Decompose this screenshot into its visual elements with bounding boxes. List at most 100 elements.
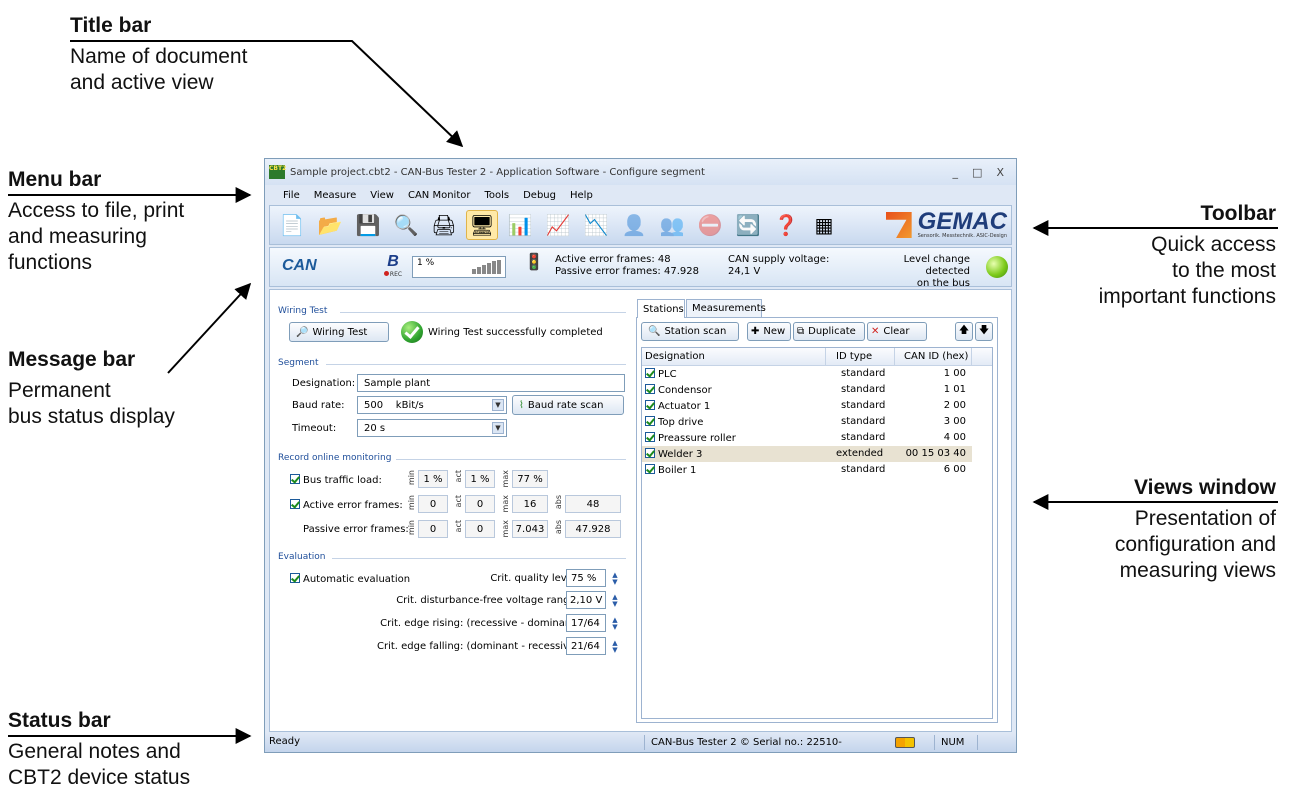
active-error-abs: 48 (565, 495, 621, 513)
passive-error-value: 47.928 (663, 266, 699, 277)
table-row-selected[interactable]: Welder 3 extended 00 15 03 40 (642, 446, 972, 462)
toolbar: 📄 📂 💾 🔍 🖨 🖥 📊 📈 📉 👤 👥 ⛔ 🔄 ❓ ▦ GEMAC Sens… (269, 205, 1012, 245)
row-can-id: 2 00 (943, 400, 966, 411)
row-id-type: extended (836, 448, 884, 459)
app-window: CBT2 Sample project.cbt2 - CAN-Bus Teste… (264, 158, 1017, 753)
row-name: Actuator 1 (645, 400, 710, 412)
new-station-label: New (763, 326, 786, 337)
edge-rising-spinner[interactable]: 17/64 ▲ ▼ (566, 614, 618, 632)
close-button[interactable]: X (996, 166, 1004, 179)
new-document-icon[interactable]: 📄 (276, 210, 308, 240)
open-folder-icon[interactable]: 📂 (314, 210, 346, 240)
active-error-frames-checkbox[interactable]: Active error frames: (290, 499, 403, 511)
bus-load-max: 77 % (512, 470, 548, 488)
new-station-button[interactable]: ✚ New (747, 322, 791, 341)
spin-arrows-icon[interactable]: ▲ ▼ (609, 640, 621, 654)
automatic-evaluation-checkbox[interactable]: Automatic evaluation (290, 573, 410, 585)
duplicate-station-button[interactable]: ⧉ Duplicate (793, 322, 865, 341)
table-row[interactable]: Condensor standard 1 01 (642, 382, 972, 398)
annotation-line: measuring views (1119, 559, 1276, 582)
spin-arrows-icon[interactable]: ▲ ▼ (609, 572, 621, 586)
wiring-test-button[interactable]: 🔎 Wiring Test (289, 322, 389, 342)
stations-panel: 🔍 Station scan ✚ New ⧉ Duplicate ✕ Clear 🡅 🡇… (636, 317, 998, 723)
baud-rate-label: Baud rate: (292, 400, 345, 411)
quality-level-spinner[interactable]: 75 % ▲ ▼ (566, 569, 618, 587)
annotation-line: General notes and (8, 740, 181, 763)
print-preview-icon[interactable]: 🔍 (390, 210, 422, 240)
status-bar: Ready CAN-Bus Tester 2 © Serial no.: 225… (265, 733, 1016, 752)
layout-icon[interactable]: ▦ (808, 210, 840, 240)
bus-traffic-load-checkbox[interactable]: Bus traffic load: (290, 474, 382, 486)
menu-debug[interactable]: Debug (523, 190, 556, 201)
baud-rate-select[interactable]: 500 kBit/s ▼ (357, 396, 507, 414)
annotation-line: functions (8, 251, 93, 274)
views-window-annotation: Views window Presentation of configurati… (1115, 476, 1276, 584)
stop-icon[interactable]: ⛔ (694, 210, 726, 240)
save-icon[interactable]: 💾 (352, 210, 384, 240)
row-name: Welder 3 (645, 448, 702, 460)
users-icon[interactable]: 👥 (656, 210, 688, 240)
baud-rate-scan-button[interactable]: ⌇ Baud rate scan (512, 395, 624, 415)
measurement-curve-icon[interactable]: 📉 (580, 210, 612, 240)
bus-load-bars (472, 260, 501, 274)
user-icon[interactable]: 👤 (618, 210, 650, 240)
resize-grip-icon[interactable] (977, 735, 1016, 750)
max-label: max (501, 470, 510, 488)
clear-button[interactable]: ✕ Clear (867, 322, 927, 341)
views-window: Wiring Test 🔎 Wiring Test Wiring Test su… (269, 289, 1012, 732)
column-header-designation[interactable]: Designation (645, 351, 705, 362)
print-icon[interactable]: 🖨 (428, 210, 460, 240)
configure-segment-icon[interactable]: 🖥 (466, 210, 498, 240)
move-up-button[interactable]: 🡅 (955, 322, 973, 341)
gemac-logo: GEMAC Sensorik. Messtechnik. ASIC-Design (885, 210, 1007, 239)
menu-view[interactable]: View (370, 190, 394, 201)
annotation-line: Permanent (8, 379, 111, 402)
annotation-line: Presentation of (1134, 507, 1276, 530)
title-bar-annotation: Title bar Name of document and active vi… (70, 14, 247, 96)
help-icon[interactable]: ❓ (770, 210, 802, 240)
table-row[interactable]: Boiler 1 standard 6 00 (642, 462, 972, 478)
message-bar-arrow (167, 282, 252, 374)
oscilloscope-icon[interactable]: 📈 (542, 210, 574, 240)
move-down-button[interactable]: 🡇 (975, 322, 993, 341)
wiring-test-result: Wiring Test successfully completed (428, 327, 603, 338)
table-row[interactable]: Top drive standard 3 00 (642, 414, 972, 430)
table-row[interactable]: Actuator 1 standard 2 00 (642, 398, 972, 414)
menu-measure[interactable]: Measure (314, 190, 357, 201)
timeout-label: Timeout: (292, 423, 337, 434)
tab-stations[interactable]: Stations (637, 299, 685, 318)
title-bar[interactable]: CBT2 Sample project.cbt2 - CAN-Bus Teste… (265, 159, 1016, 185)
supply-voltage-label: CAN supply voltage: (728, 254, 830, 265)
annotation-line: bus status display (8, 405, 175, 428)
spin-arrows-icon[interactable]: ▲ ▼ (609, 617, 621, 631)
section-divider (396, 459, 626, 460)
gemac-logo-mark (885, 212, 912, 238)
annotation-line: to the most (1172, 259, 1276, 282)
station-scan-button[interactable]: 🔍 Station scan (641, 322, 739, 341)
table-row[interactable]: PLC standard 1 00 (642, 366, 972, 382)
spin-arrows-icon[interactable]: ▲ ▼ (609, 594, 621, 608)
menu-tools[interactable]: Tools (484, 190, 509, 201)
designation-value: Sample plant (364, 377, 431, 389)
minimize-button[interactable]: _ (953, 166, 959, 179)
bar-chart-icon[interactable]: 📊 (504, 210, 536, 240)
annotation-heading: Title bar (70, 14, 152, 37)
bus-load-value: 1 % (417, 258, 435, 268)
table-row[interactable]: Preassure roller standard 4 00 (642, 430, 972, 446)
voltage-range-spinner[interactable]: 2,10 V ▲ ▼ (566, 591, 618, 609)
menu-help[interactable]: Help (570, 190, 593, 201)
refresh-icon[interactable]: 🔄 (732, 210, 764, 240)
edge-falling-spinner[interactable]: 21/64 ▲ ▼ (566, 637, 618, 655)
menu-file[interactable]: File (283, 190, 300, 201)
menu-can-monitor[interactable]: CAN Monitor (408, 190, 471, 201)
maximize-button[interactable]: □ (972, 166, 982, 179)
column-header-can-id[interactable]: CAN ID (hex) (904, 351, 968, 362)
annotation-description: Name of document and active view (70, 44, 247, 96)
passive-error-act: 0 (465, 520, 495, 538)
tab-measurements[interactable]: Measurements (686, 299, 766, 317)
active-error-max: 16 (512, 495, 548, 513)
num-lock-panel: NUM (934, 735, 974, 750)
designation-input[interactable]: Sample plant (357, 374, 625, 392)
timeout-select[interactable]: 20 s ▼ (357, 419, 507, 437)
column-header-id-type[interactable]: ID type (836, 351, 872, 362)
